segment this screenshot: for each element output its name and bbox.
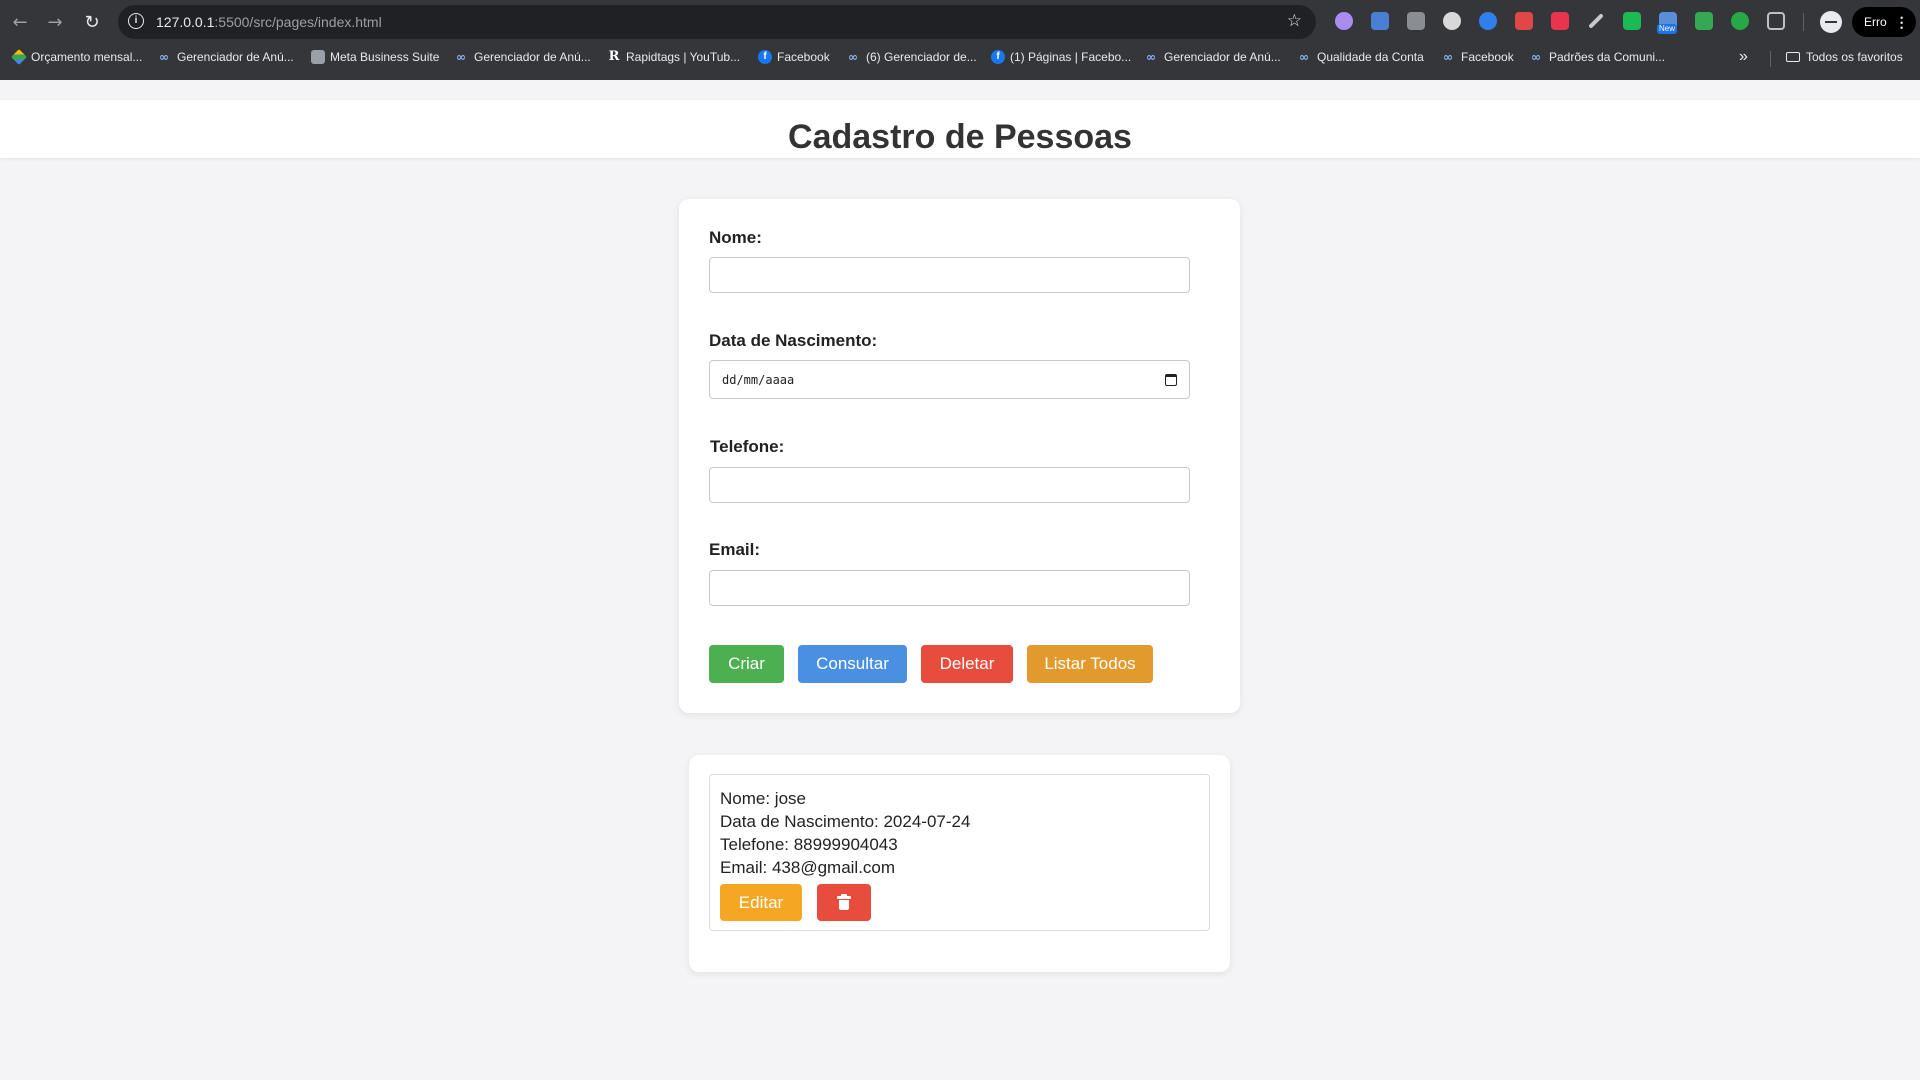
editar-button[interactable]: Editar — [720, 884, 802, 921]
bookmark-label: (1) Páginas | Facebo... — [1010, 50, 1132, 64]
rapidtags-icon: R — [608, 49, 620, 64]
page-title: Cadastro de Pessoas — [788, 118, 1132, 156]
meta-icon: ∞ — [1531, 50, 1541, 64]
record-nome: Nome: jose — [720, 789, 806, 808]
bookmark-item[interactable]: ∞ Qualidade da Conta — [1296, 50, 1424, 64]
email-input[interactable] — [709, 570, 1190, 606]
bookmark-label: Orçamento mensal... — [31, 50, 143, 64]
bookmark-item[interactable]: R Rapidtags | YouTub... — [607, 49, 741, 65]
profile-error-button[interactable]: Erro ⋮ — [1852, 7, 1916, 37]
bookmark-label: Gerenciador de Anú... — [177, 50, 294, 64]
bookmark-star-icon[interactable]: ☆ — [1287, 11, 1302, 31]
extension-green-round-icon[interactable] — [1731, 12, 1749, 30]
bookmark-label: Meta Business Suite — [330, 50, 440, 64]
folder-icon — [1786, 52, 1800, 62]
date-placeholder: dd/mm/aaaa — [722, 372, 795, 387]
bookmark-item[interactable]: ∞ Gerenciador de Anú... — [156, 50, 294, 64]
bookmark-item[interactable]: f Facebook — [758, 50, 830, 64]
browser-chrome: ← → ↻ i 127.0.0.1:5500/src/pages/index.h… — [0, 0, 1920, 80]
profile-error-label: Erro — [1864, 15, 1887, 29]
extension-green-icon[interactable] — [1623, 12, 1641, 30]
consultar-button[interactable]: Consultar — [798, 645, 907, 683]
bookmark-label: Facebook — [777, 50, 830, 64]
bookmark-label: Rapidtags | YouTub... — [626, 50, 741, 64]
bookmark-item[interactable]: ∞ Gerenciador de Anú... — [1143, 50, 1281, 64]
extension-sheets-icon[interactable] — [1695, 12, 1713, 30]
extension-pin-icon[interactable] — [1551, 12, 1569, 30]
meta-icon: ∞ — [848, 50, 858, 64]
deletar-button[interactable]: Deletar — [921, 645, 1013, 683]
site-info-icon[interactable]: i — [128, 13, 144, 29]
telefone-label: Telefone: — [710, 437, 785, 456]
bookmark-label: Facebook — [1461, 50, 1514, 64]
drive-icon — [11, 49, 27, 65]
excluir-button[interactable] — [817, 884, 871, 921]
extension-blue-icon[interactable] — [1371, 12, 1389, 30]
person-form: Nome: Data de Nascimento: dd/mm/aaaa Tel… — [679, 199, 1240, 713]
bookmark-label: (6) Gerenciador de... — [866, 50, 977, 64]
back-arrow-icon[interactable]: ← — [8, 10, 32, 34]
nascimento-label: Data de Nascimento: — [709, 331, 878, 350]
bookmark-label: Padrões da Comuni... — [1549, 50, 1666, 64]
facebook-icon: f — [991, 50, 1005, 64]
person-record: Nome: jose Data de Nascimento: 2024-07-2… — [709, 774, 1210, 931]
telefone-input[interactable] — [709, 467, 1190, 503]
record-telefone: Telefone: 88999904043 — [720, 835, 898, 854]
nascimento-date-input[interactable]: dd/mm/aaaa — [709, 360, 1190, 399]
extension-code-icon[interactable] — [1407, 12, 1425, 30]
bookmark-item[interactable]: ∞ Facebook — [1440, 50, 1514, 64]
email-label: Email: — [709, 540, 761, 559]
url-text[interactable]: 127.0.0.1:5500/src/pages/index.html — [156, 14, 382, 30]
reload-icon[interactable]: ↻ — [80, 10, 104, 34]
profile-avatar[interactable] — [1820, 11, 1842, 33]
nome-label: Nome: — [709, 228, 762, 247]
results-list: Nome: jose Data de Nascimento: 2024-07-2… — [689, 755, 1230, 972]
meta-business-suite-icon — [311, 50, 325, 64]
trash-icon — [837, 893, 851, 910]
toolbar-divider — [1803, 13, 1804, 31]
bookmark-item[interactable]: Meta Business Suite — [311, 50, 439, 64]
url-host: 127.0.0.1 — [156, 14, 215, 30]
bookmarks-bar: Orçamento mensal... ∞ Gerenciador de Anú.… — [0, 48, 1920, 70]
bookmarks-overflow-icon[interactable]: » — [1739, 48, 1748, 66]
extension-compass-icon[interactable] — [1443, 12, 1461, 30]
extension-new-badge: New — [1657, 24, 1678, 34]
bookmark-label: Gerenciador de Anú... — [474, 50, 591, 64]
extension-screen-icon[interactable] — [1515, 12, 1533, 30]
bookmark-item[interactable]: ∞ (6) Gerenciador de... — [845, 50, 977, 64]
extension-purple-icon[interactable] — [1335, 12, 1353, 30]
meta-icon: ∞ — [456, 50, 466, 64]
bookmark-item[interactable]: Orçamento mensal... — [11, 49, 143, 65]
bookmark-label: Gerenciador de Anú... — [1164, 50, 1281, 64]
calendar-icon[interactable] — [1165, 373, 1177, 386]
nome-input[interactable] — [709, 257, 1190, 293]
address-bar[interactable]: i 127.0.0.1:5500/src/pages/index.html ☆ — [118, 5, 1316, 39]
url-path: :5500/src/pages/index.html — [214, 14, 382, 30]
criar-button[interactable]: Criar — [709, 645, 784, 683]
meta-icon: ∞ — [1443, 50, 1453, 64]
bookmark-item[interactable]: f (1) Páginas | Facebo... — [991, 50, 1131, 64]
record-email: Email: 438@gmail.com — [720, 858, 896, 877]
forward-arrow-icon[interactable]: → — [43, 10, 67, 34]
bookmarks-divider — [1770, 51, 1771, 67]
meta-icon: ∞ — [1299, 50, 1309, 64]
browser-toolbar: ← → ↻ i 127.0.0.1:5500/src/pages/index.h… — [0, 0, 1920, 44]
bookmark-item[interactable]: ∞ Gerenciador de Anú... — [453, 50, 591, 64]
bookmark-label: Qualidade da Conta — [1317, 50, 1424, 64]
listar-todos-button[interactable]: Listar Todos — [1027, 645, 1153, 683]
extension-eyedropper-icon[interactable] — [1588, 13, 1604, 29]
meta-icon: ∞ — [159, 50, 169, 64]
kebab-menu-icon[interactable]: ⋮ — [1895, 14, 1909, 31]
bookmark-item[interactable]: ∞ Padrões da Comuni... — [1528, 50, 1665, 64]
all-bookmarks-label: Todos os favoritos — [1806, 50, 1903, 64]
extension-play-icon[interactable] — [1479, 12, 1497, 30]
extensions-puzzle-icon[interactable] — [1767, 12, 1785, 30]
meta-icon: ∞ — [1146, 50, 1156, 64]
record-nascimento: Data de Nascimento: 2024-07-24 — [720, 812, 971, 831]
facebook-icon: f — [758, 50, 772, 64]
all-bookmarks-folder[interactable]: Todos os favoritos — [1786, 50, 1903, 64]
